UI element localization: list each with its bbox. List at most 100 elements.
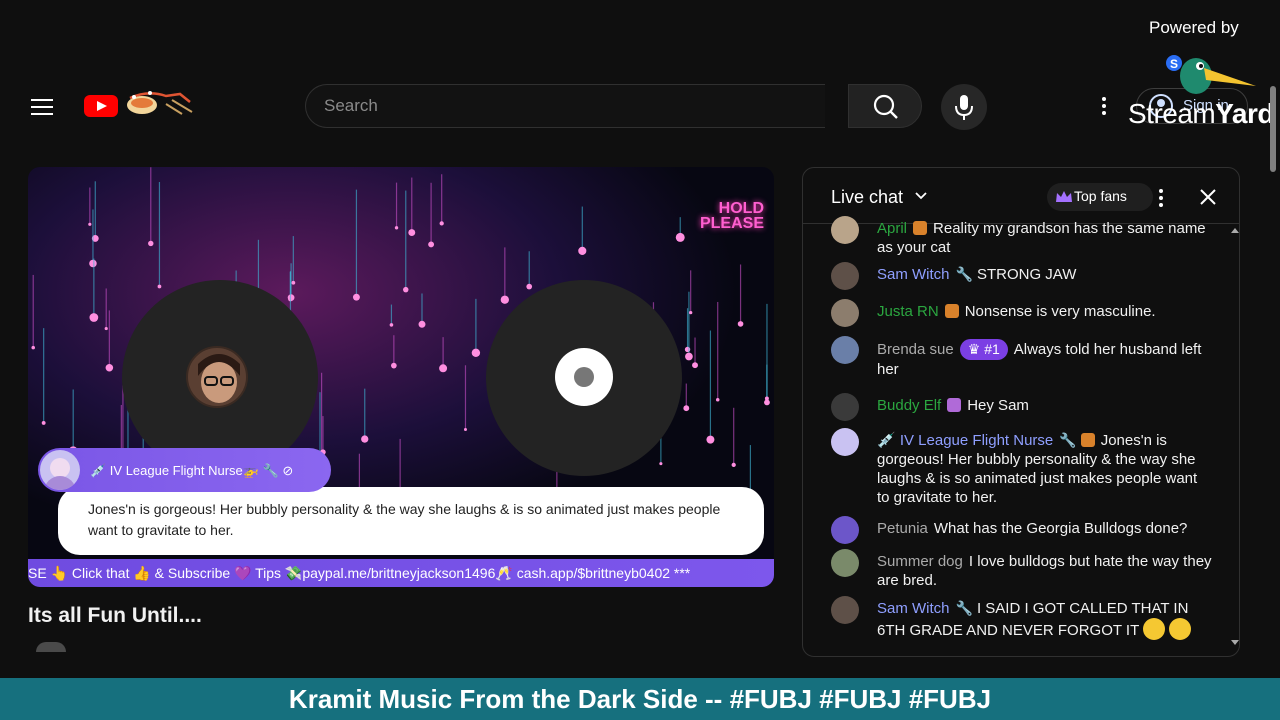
author-name[interactable]: Sam Witch [877,600,950,617]
search-icon [873,94,898,119]
sparkle-dot [104,326,108,331]
wrench-icon: 🔧 [955,266,973,282]
youtube-logo[interactable] [84,95,118,117]
sparkle-dot [148,240,154,247]
sparkle-dot [291,280,296,285]
person-placeholder-icon [555,348,613,406]
chat-header: Live chat Top fans [803,168,1239,224]
author-name[interactable]: Justa RN [877,303,939,320]
please-line: PLEASE [699,215,764,232]
author-name[interactable]: 💉 IV League Flight Nurse [877,432,1053,449]
chevron-down-icon[interactable] [915,190,927,202]
author-name[interactable]: Buddy Elf [877,397,941,414]
search-input[interactable] [305,84,825,128]
guest-avatar [186,346,248,408]
sparkle-dot [157,284,162,289]
author-avatar [831,336,859,364]
channel-avatar[interactable] [36,642,66,652]
search-button[interactable] [848,84,922,128]
sparkle-dot [418,320,426,328]
sparkle-dot [737,321,744,327]
ticker-text: SE 👆 Click that 👍 & Subscribe 💜 Tips 💸pa… [28,565,691,581]
sparkle-dot [394,226,399,230]
sparkle-dot [675,232,685,242]
brand-bold: Yard [1215,98,1274,129]
sparkle-dot [692,362,698,369]
sparkle-dot [500,295,509,304]
sparkle-dot [463,427,467,431]
hold-please-sign: HOLD PLEASE [699,201,764,232]
menu-button[interactable] [28,94,56,120]
highlighted-comment-card: Jones'n is gorgeous! Her bubbly personal… [58,487,764,555]
mic-icon [955,95,973,120]
sparkle-dot [685,352,693,361]
chat-scrollbar[interactable] [1231,228,1239,648]
page-scrollbar[interactable] [1270,86,1276,172]
highlighted-comment-author: 💉 IV League Flight Nurse🚁 🔧 ⊘ [38,448,331,492]
author-name[interactable]: Sam Witch [877,266,950,283]
chat-more-icon[interactable] [1153,186,1169,208]
author-avatar [831,516,859,544]
grimace-emoji-icon [1143,618,1166,640]
sparkle-dot [439,364,448,373]
message-text: What has the Georgia Bulldogs done? [933,520,1188,537]
menu-icon-bar [31,99,53,101]
member-badge-icon [913,221,928,235]
sparkle-dot [471,348,481,358]
svg-text:S: S [1170,57,1178,71]
brand-light: Stream [1128,98,1216,129]
sparkle-dot [88,222,92,226]
member-badge-icon [1080,433,1095,447]
chat-title[interactable]: Live chat [831,187,903,208]
message-text: Nonsense is very masculine. [964,303,1156,320]
top-fans-label: Top fans [1074,188,1127,204]
sparkle-dot [683,405,690,412]
sparkle-dot [287,294,295,301]
author-name[interactable]: April [877,220,907,237]
author-avatar [831,596,859,624]
sparkle-dot [731,462,736,468]
video-player[interactable]: HOLD PLEASE Jones'n is gorgeous! Her bub… [28,167,774,587]
member-badge-icon [944,304,959,318]
doodle-logo-icon[interactable] [120,88,196,120]
member-badge-icon [947,398,962,412]
highlighted-comment-text: Jones'n is gorgeous! Her bubbly personal… [88,501,721,538]
author-avatar [831,428,859,456]
sparkle-dot [715,397,720,402]
menu-icon-bar [31,113,53,115]
message-text: Hey Sam [967,397,1029,414]
author-avatar [831,262,859,290]
streamyard-duck-logo: S [1166,55,1256,94]
sparkle-dot [689,311,693,315]
stream-banner: Kramit Music From the Dark Side -- #FUBJ… [0,678,1280,720]
author-avatar [831,216,859,244]
author-name[interactable]: Brenda sue [877,341,954,358]
sparkle-dot [391,362,397,369]
streamyard-wordmark: StreamYard [1128,98,1274,130]
sparkle-dot [428,241,435,248]
author-avatar [831,299,859,327]
wrench-icon: 🔧 [1059,432,1077,448]
sparkle-dot [105,363,114,372]
menu-icon-bar [31,106,53,108]
highlighted-author-name: 💉 IV League Flight Nurse🚁 🔧 ⊘ [90,463,294,478]
voice-search-button[interactable] [941,84,987,130]
author-avatar [831,393,859,421]
sparkle-dot [31,345,35,350]
more-vert-icon[interactable] [1094,94,1114,120]
live-chat-panel: Live chat Top fans April Reality my grand… [802,167,1240,657]
sparkle-dot [706,435,715,444]
close-icon[interactable] [1197,186,1219,208]
author-avatar [40,450,80,490]
sparkle-dot [403,286,409,293]
sparkle-dot [764,396,769,401]
author-name[interactable]: Petunia [877,520,928,537]
crown-icon [1056,191,1072,202]
sparkle-dot [526,283,533,290]
sparkle-dot [41,420,46,425]
author-avatar [831,549,859,577]
video-title: Its all Fun Until.... [28,604,202,627]
author-name[interactable]: Summer dog [877,553,963,570]
sparkle-dot [352,293,360,301]
top-fan-rank-badge: ♛ #1 [959,339,1008,360]
